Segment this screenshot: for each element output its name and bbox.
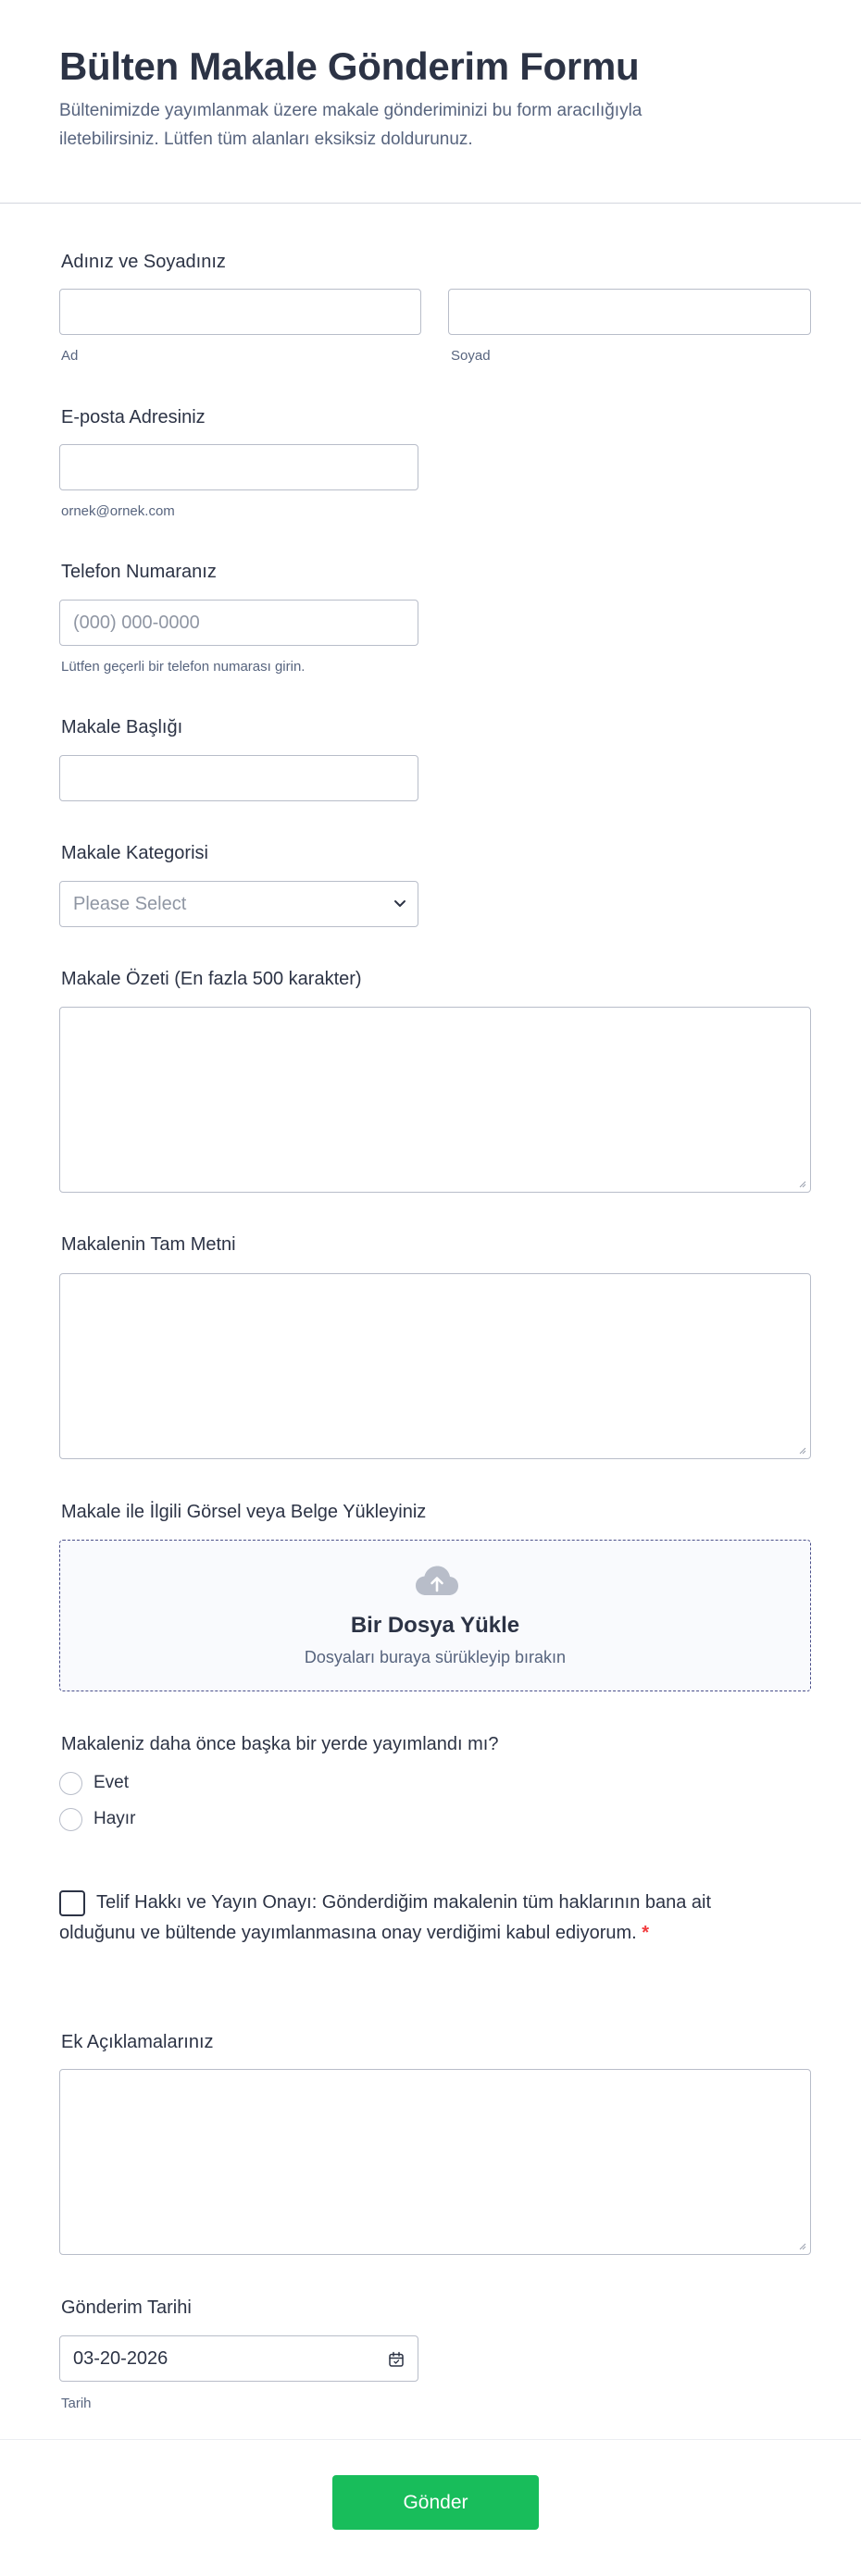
summary-label: Makale Özeti (En fazla 500 karakter) bbox=[61, 969, 362, 989]
first-name-input[interactable] bbox=[59, 289, 421, 335]
phone-input[interactable]: (000) 000-0000 bbox=[59, 600, 418, 646]
email-label: E-posta Adresiniz bbox=[61, 407, 206, 427]
email-sublabel: ornek@ornek.com bbox=[61, 503, 175, 519]
phone-sublabel: Lütfen geçerli bir telefon numarası giri… bbox=[61, 659, 306, 675]
email-input[interactable] bbox=[59, 444, 418, 490]
summary-textarea[interactable] bbox=[59, 1007, 811, 1193]
radio-label-evet: Evet bbox=[94, 1773, 130, 1792]
form-header: Bülten Makale Gönderim Formu Bültenimizd… bbox=[0, 0, 861, 204]
notes-textarea[interactable] bbox=[59, 2069, 811, 2255]
date-value: 03-20-2026 bbox=[73, 2347, 168, 2369]
form-title: Bülten Makale Gönderim Formu bbox=[59, 44, 640, 88]
upload-subtitle: Dosyaları buraya sürükleyip bırakın bbox=[304, 1648, 567, 1666]
cloud-upload-icon bbox=[416, 1566, 458, 1595]
upload-label: Makale ile İlgili Görsel veya Belge Yükl… bbox=[61, 1502, 427, 1522]
last-name-input[interactable] bbox=[448, 289, 811, 335]
required-mark: * bbox=[642, 1923, 650, 1943]
published-before-label: Makaleniz daha önce başka bir yerde yayı… bbox=[61, 1734, 499, 1754]
file-upload-dropzone[interactable]: Bir Dosya Yükle Dosyaları buraya sürükle… bbox=[59, 1540, 811, 1691]
radio-label-hayir: Hayır bbox=[94, 1809, 136, 1828]
calendar-icon[interactable] bbox=[388, 2351, 405, 2368]
article-title-label: Makale Başlığı bbox=[61, 717, 183, 737]
first-name-sublabel: Ad bbox=[61, 348, 79, 364]
submit-button[interactable]: Gönder bbox=[332, 2475, 539, 2530]
full-text-textarea[interactable] bbox=[59, 1273, 811, 1459]
form-description: Bültenimizde yayımlanmak üzere makale gö… bbox=[59, 101, 643, 149]
full-text-label: Makalenin Tam Metni bbox=[61, 1234, 236, 1255]
radio-hayir[interactable] bbox=[59, 1808, 82, 1831]
chevron-down-icon bbox=[394, 900, 406, 907]
category-selected: Please Select bbox=[73, 893, 187, 914]
resize-handle-icon[interactable] bbox=[797, 2241, 806, 2250]
radio-evet[interactable] bbox=[59, 1772, 82, 1795]
phone-placeholder: (000) 000-0000 bbox=[73, 612, 200, 633]
article-title-input[interactable] bbox=[59, 755, 418, 801]
phone-label: Telefon Numaranız bbox=[61, 562, 217, 582]
consent-text-block: Telif Hakkı ve Yayın Onayı: Gönderdiğim … bbox=[59, 1888, 726, 1949]
resize-handle-icon[interactable] bbox=[797, 1445, 806, 1455]
date-sublabel: Tarih bbox=[61, 2396, 92, 2411]
category-select[interactable]: Please Select bbox=[59, 881, 418, 927]
resize-handle-icon[interactable] bbox=[797, 1179, 806, 1188]
consent-text: Telif Hakkı ve Yayın Onayı: Gönderdiğim … bbox=[59, 1892, 712, 1943]
name-label: Adınız ve Soyadınız bbox=[61, 252, 226, 272]
last-name-sublabel: Soyad bbox=[451, 348, 491, 364]
category-label: Makale Kategorisi bbox=[61, 843, 208, 863]
footer-divider bbox=[0, 2439, 861, 2440]
date-label: Gönderim Tarihi bbox=[61, 2297, 192, 2318]
date-input[interactable]: 03-20-2026 bbox=[59, 2335, 418, 2382]
upload-title: Bir Dosya Yükle bbox=[350, 1613, 520, 1638]
notes-label: Ek Açıklamalarınız bbox=[61, 2032, 214, 2052]
